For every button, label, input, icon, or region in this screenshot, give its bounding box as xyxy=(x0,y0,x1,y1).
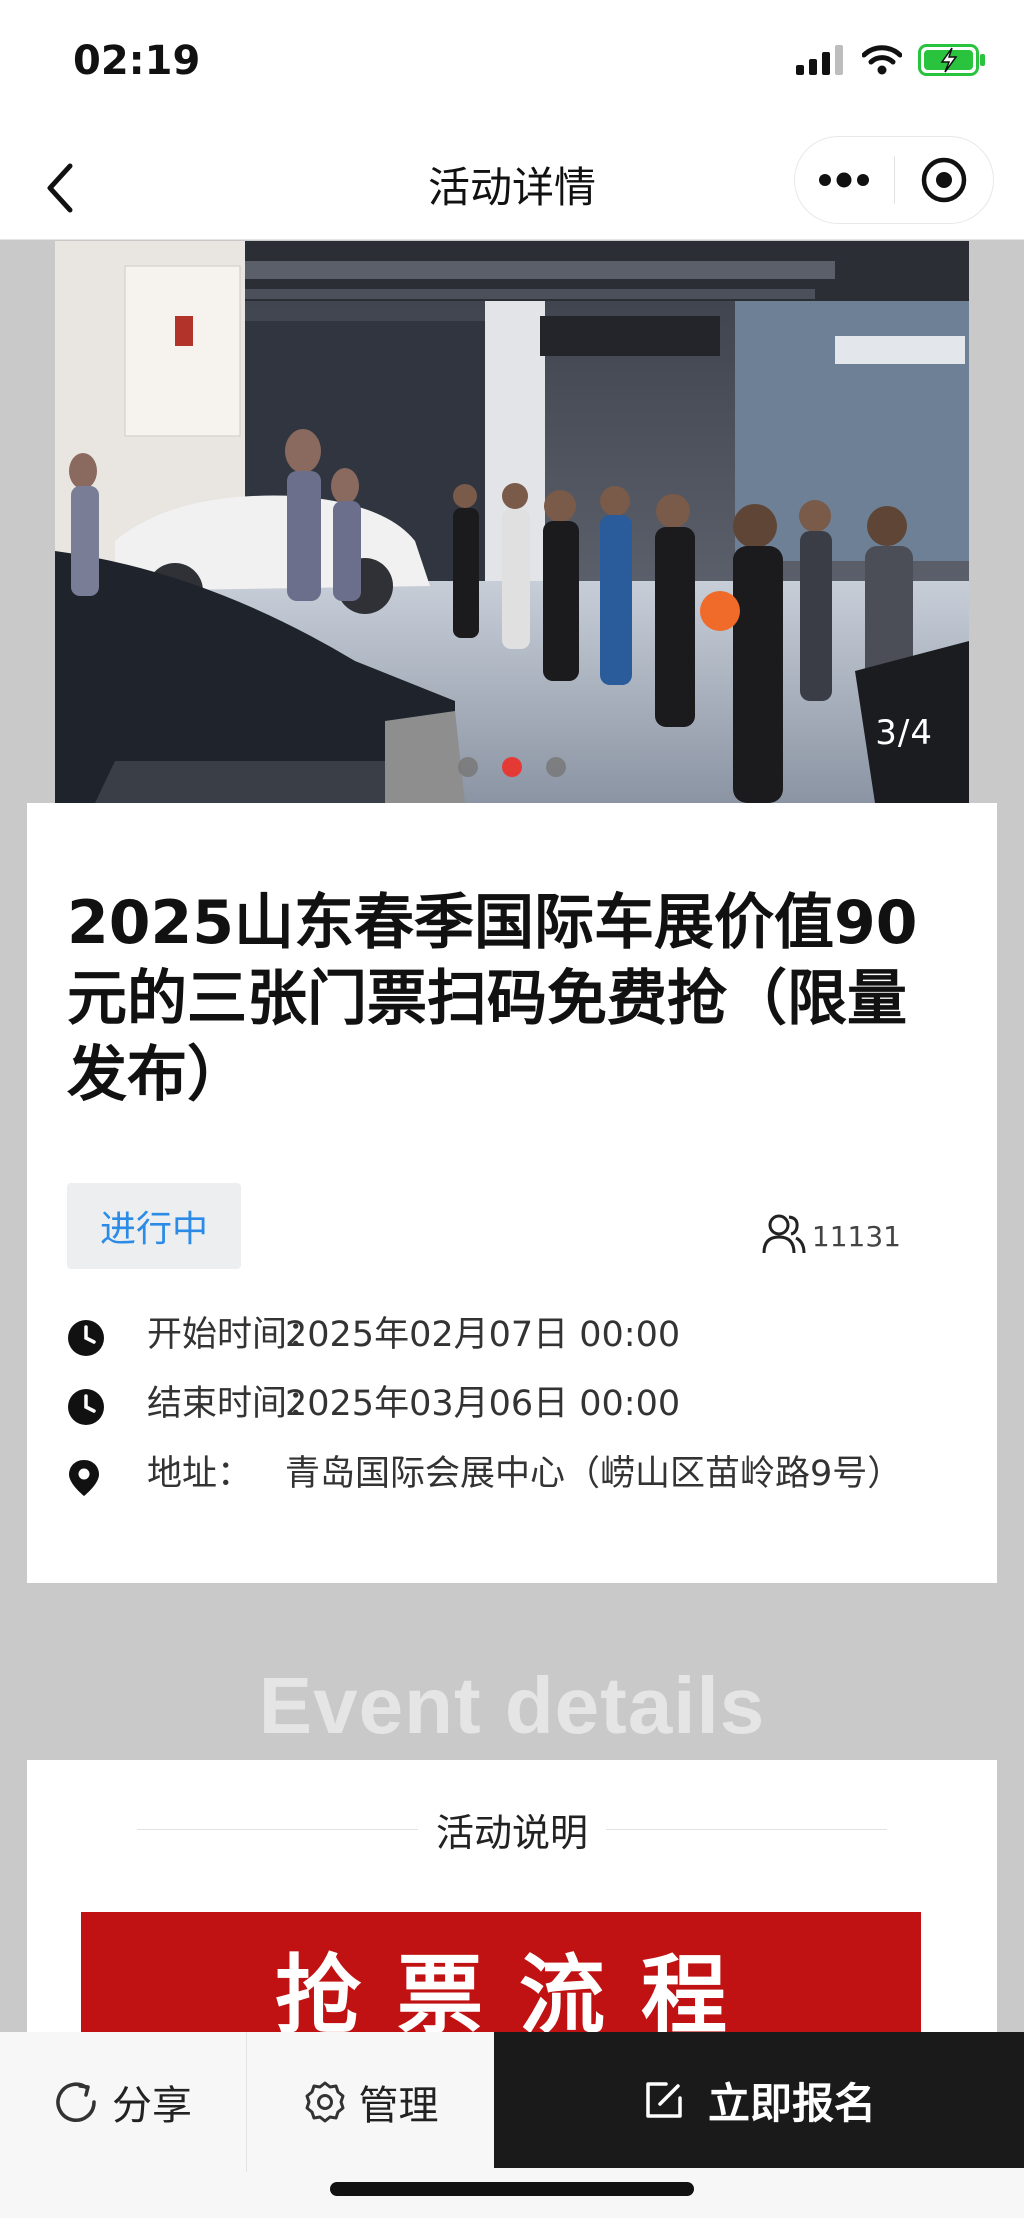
more-dots-icon xyxy=(819,172,870,188)
status-icons xyxy=(796,44,986,76)
status-badge: 进行中 xyxy=(67,1183,241,1269)
carousel-counter: 3/4 xyxy=(875,713,933,753)
divider-line xyxy=(606,1829,888,1830)
event-details-heading: Event details xyxy=(258,1661,766,1750)
mini-program-capsule xyxy=(794,136,994,224)
event-title: 2025山东春季国际车展价值90元的三张门票扫码免费抢（限量发布） xyxy=(67,888,918,1110)
carousel-dots xyxy=(55,757,969,777)
divider-line xyxy=(137,1829,418,1830)
end-time-label: 结束时间： xyxy=(147,1384,323,1424)
battery-charging-icon xyxy=(918,44,985,76)
address-label: 地址： xyxy=(147,1454,253,1494)
clock-icon xyxy=(68,1389,104,1425)
more-button[interactable] xyxy=(795,137,894,223)
wifi-icon xyxy=(862,45,902,75)
register-now-button[interactable]: 立即报名 xyxy=(494,2032,1024,2168)
auto-show-photo xyxy=(55,241,969,803)
manage-button[interactable]: 管理 xyxy=(247,2032,494,2172)
end-time-row: 结束时间： 2025年03月06日 00:00 xyxy=(67,1378,905,1441)
start-time-row: 开始时间： 2025年02月07日 00:00 xyxy=(67,1309,905,1372)
cellular-signal-icon xyxy=(796,45,843,75)
manage-label: 管理 xyxy=(358,2083,439,2129)
navigation-bar: 活动详情 xyxy=(0,130,1024,240)
share-icon xyxy=(56,2082,96,2122)
clock-icon xyxy=(68,1320,104,1356)
location-pin-icon xyxy=(69,1460,99,1496)
address-value: 青岛国际会展中心（崂山区苗岭路9号） xyxy=(285,1454,903,1494)
status-bar: 02:19 xyxy=(0,0,1024,130)
description-card: 活动说明 抢票流程 xyxy=(27,1760,997,2062)
start-time-value: 2025年02月07日 00:00 xyxy=(285,1315,681,1355)
target-circle-icon xyxy=(921,157,966,203)
carousel-dot[interactable] xyxy=(458,757,478,777)
carousel-dot[interactable] xyxy=(546,757,566,777)
close-mini-program-button[interactable] xyxy=(895,137,994,223)
participant-count: 11131 xyxy=(762,1213,901,1255)
event-info-card: 2025山东春季国际车展价值90元的三张门票扫码免费抢（限量发布） 进行中 11… xyxy=(27,803,997,1583)
register-label: 立即报名 xyxy=(707,2078,876,2128)
address-row[interactable]: 地址： 青岛国际会展中心（崂山区苗岭路9号） xyxy=(67,1448,905,1513)
users-icon xyxy=(762,1214,806,1254)
participant-count-value: 11131 xyxy=(811,1220,901,1253)
share-label: 分享 xyxy=(112,2083,192,2129)
event-image-carousel[interactable]: 3/4 xyxy=(55,241,969,803)
status-time: 02:19 xyxy=(73,38,201,84)
home-indicator[interactable] xyxy=(330,2182,694,2196)
edit-icon xyxy=(646,2082,682,2118)
start-time-label: 开始时间： xyxy=(147,1315,323,1355)
carousel-dot-active[interactable] xyxy=(502,757,522,777)
share-button[interactable]: 分享 xyxy=(0,2032,247,2172)
description-title-row: 活动说明 xyxy=(137,1802,888,1857)
gear-icon xyxy=(305,2081,344,2123)
end-time-value: 2025年03月06日 00:00 xyxy=(285,1384,681,1424)
description-title: 活动说明 xyxy=(436,1811,589,1855)
